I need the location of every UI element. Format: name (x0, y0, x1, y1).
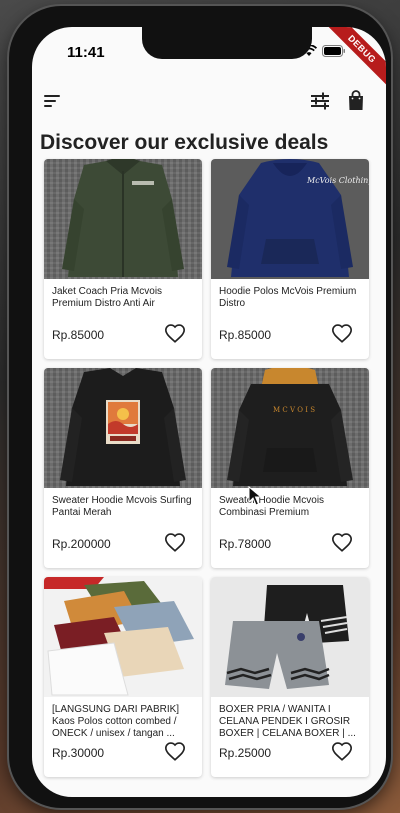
product-name: Sweater Hoodie Mcvois Surfing Pantai Mer… (52, 495, 192, 518)
tune-icon[interactable] (306, 87, 334, 115)
debug-banner: DEBUG (320, 27, 386, 91)
product-name: Hoodie Polos McVois Premium Distro (219, 286, 357, 309)
menu-icon[interactable] (40, 87, 68, 115)
product-name: [LANGSUNG DARI PABRIK] Kaos Polos cotton… (52, 704, 180, 739)
product-card[interactable]: McVois Clothing Hoodie Polos McVois Prem… (211, 159, 369, 359)
product-name: Sweater Hoodie Mcvois Combinasi Premium (219, 495, 325, 518)
battery-icon (322, 45, 345, 57)
favorite-heart-icon[interactable] (331, 532, 353, 554)
svg-text:McVois Clothing: McVois Clothing (306, 176, 369, 185)
page-title: Discover our exclusive deals (40, 131, 329, 154)
product-price: Rp.85000 (52, 328, 105, 342)
product-name: BOXER PRIA / WANITA I CELANA PENDEK I GR… (219, 704, 356, 739)
product-price: Rp.85000 (219, 328, 272, 342)
svg-text:M C V O I S: M C V O I S (273, 406, 315, 414)
favorite-heart-icon[interactable] (164, 741, 186, 763)
product-price: Rp.25000 (219, 746, 272, 760)
product-image (211, 577, 369, 697)
product-card[interactable]: Sweater Hoodie Mcvois Surfing Pantai Mer… (44, 368, 202, 568)
product-card[interactable]: Jaket Coach Pria Mcvois Premium Distro A… (44, 159, 202, 359)
app-bar (32, 83, 386, 119)
product-card[interactable]: [LANGSUNG DARI PABRIK] Kaos Polos cotton… (44, 577, 202, 777)
mouse-cursor-icon (248, 486, 262, 506)
favorite-heart-icon[interactable] (331, 741, 353, 763)
product-price: Rp.78000 (219, 537, 272, 551)
product-name: Jaket Coach Pria Mcvois Premium Distro A… (52, 286, 163, 309)
product-card[interactable]: M C V O I S Sweater Hoodie Mcvois Combin… (211, 368, 369, 568)
product-image: McVois Clothing (211, 159, 369, 279)
favorite-heart-icon[interactable] (164, 323, 186, 345)
product-image (44, 368, 202, 488)
device-notch (142, 27, 312, 59)
product-image (44, 577, 202, 697)
status-time: 11:41 (67, 44, 105, 61)
phone-frame: 11:41 DEBUG Discover our exclusive deals… (9, 6, 391, 808)
app-screen: 11:41 DEBUG Discover our exclusive deals… (32, 27, 386, 797)
product-price: Rp.30000 (52, 746, 105, 760)
shopping-bag-icon[interactable] (342, 87, 370, 115)
favorite-heart-icon[interactable] (164, 532, 186, 554)
favorite-heart-icon[interactable] (331, 323, 353, 345)
product-image (44, 159, 202, 279)
product-card[interactable]: BOXER PRIA / WANITA I CELANA PENDEK I GR… (211, 577, 369, 777)
product-price: Rp.200000 (52, 537, 111, 551)
product-image: M C V O I S (211, 368, 369, 488)
product-grid: Jaket Coach Pria Mcvois Premium Distro A… (44, 159, 376, 777)
